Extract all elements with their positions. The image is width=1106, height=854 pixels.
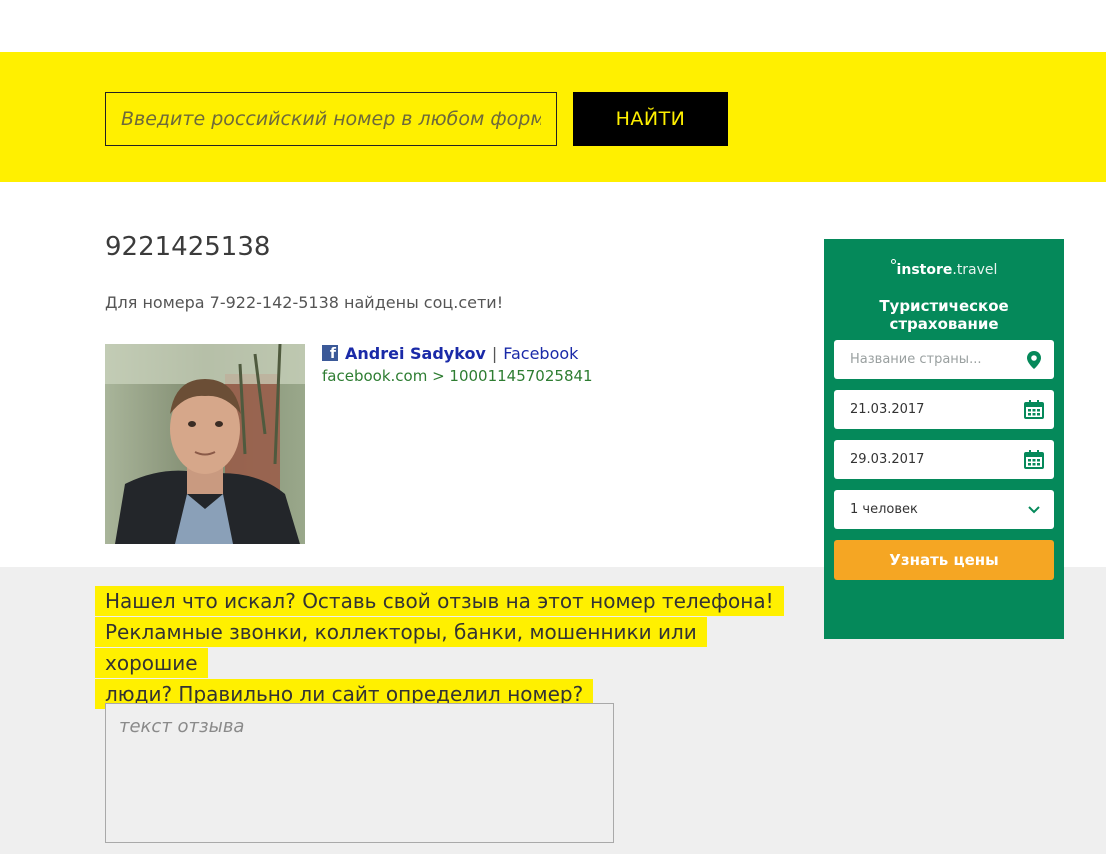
profile-name-link[interactable]: Andrei Sadykov [345,344,486,363]
date-to-field[interactable]: 29.03.2017 [834,440,1054,479]
chevron-down-icon [1024,500,1044,520]
get-prices-button[interactable]: Узнать цены [834,540,1054,580]
country-input-placeholder: Название страны... [850,352,982,367]
persons-value: 1 человек [850,502,918,517]
review-prompt-line: Рекламные звонки, коллекторы, банки, мош… [95,617,707,678]
profile-network-link[interactable]: Facebook [503,344,578,363]
review-prompt-line: Нашел что искал? Оставь свой отзыв на эт… [95,586,784,616]
date-to-value: 29.03.2017 [850,452,925,467]
location-pin-icon [1024,350,1044,370]
social-profile: f Andrei Sadykov | Facebook facebook.com… [322,343,593,385]
calendar-icon[interactable] [1024,400,1044,420]
widget-title: Туристическое страхование [879,297,1009,333]
persons-select[interactable]: 1 человек [834,490,1054,529]
found-message: Для номера 7-922-142-5138 найдены соц.се… [105,293,504,312]
review-prompt: Нашел что искал? Оставь свой отзыв на эт… [95,586,795,710]
country-input[interactable]: Название страны... [834,340,1054,379]
date-from-value: 21.03.2017 [850,402,925,417]
phone-search-input[interactable] [105,92,557,146]
profile-photo[interactable] [105,344,305,544]
page-title: 9221425138 [105,232,271,262]
profile-photo-image [105,344,305,544]
insurance-widget: instore.travel Туристическое страхование… [824,239,1064,639]
instore-travel-logo[interactable]: instore.travel [824,259,1064,278]
find-button[interactable]: НАЙТИ [573,92,728,146]
profile-separator: | [491,343,498,363]
calendar-icon[interactable] [1024,450,1044,470]
facebook-icon: f [322,345,338,361]
pin-icon [890,259,896,264]
date-from-field[interactable]: 21.03.2017 [834,390,1054,429]
review-textarea[interactable] [105,703,614,843]
profile-url: facebook.com > 100011457025841 [322,367,593,385]
